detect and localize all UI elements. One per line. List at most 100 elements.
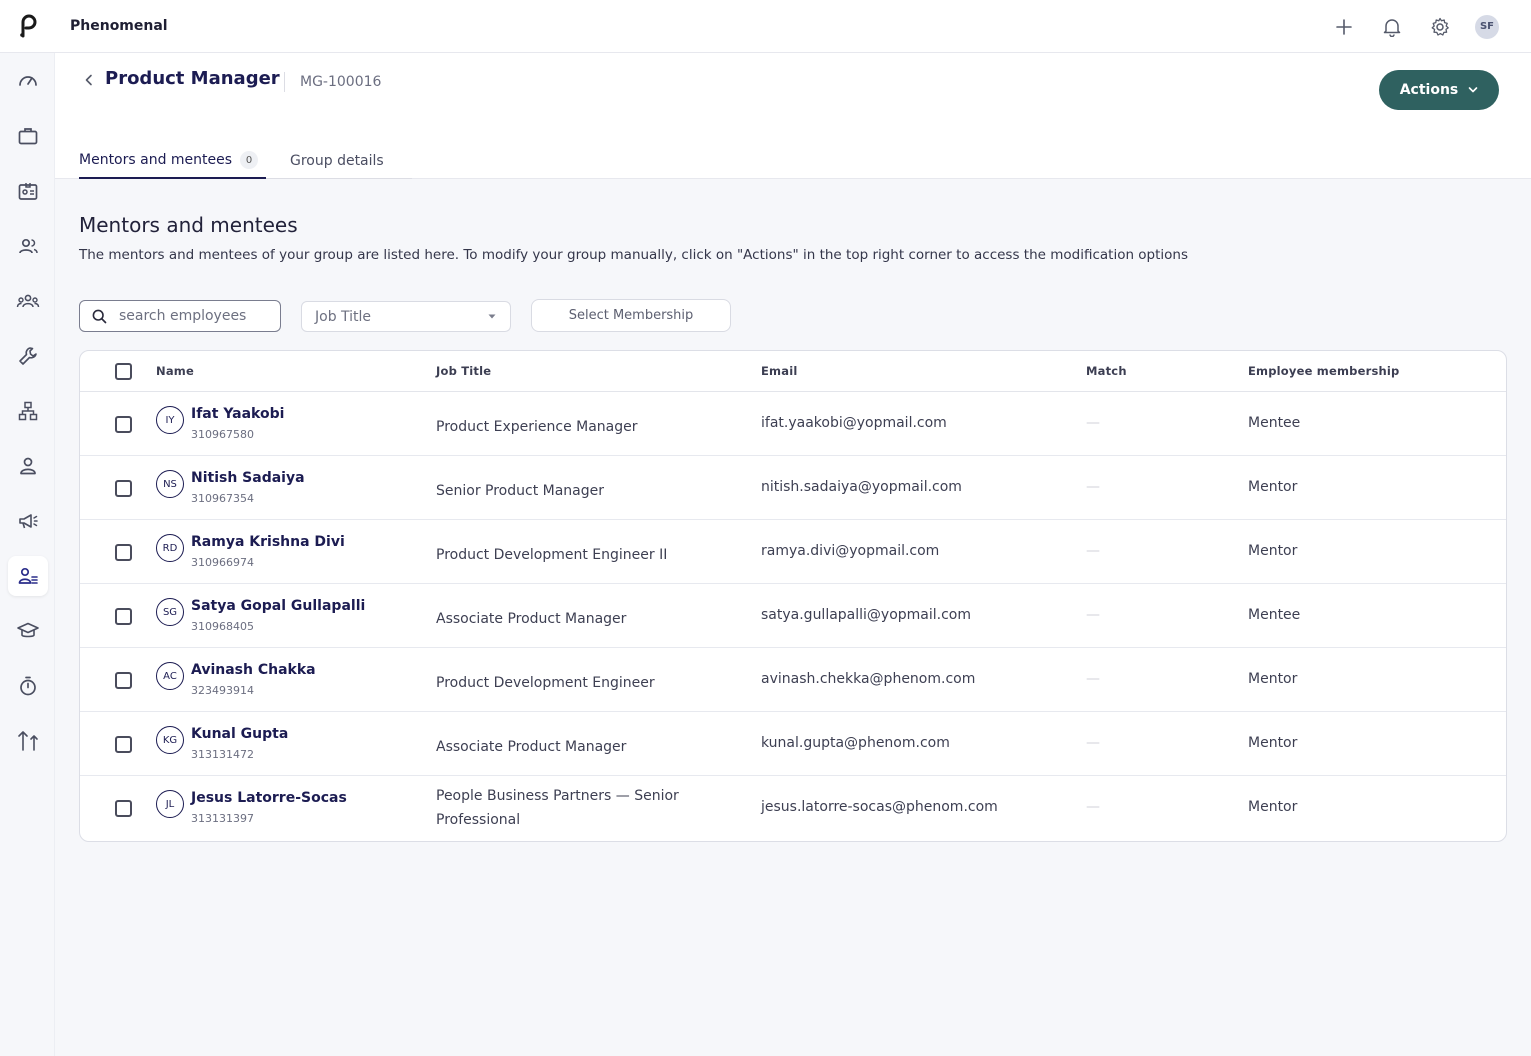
app-name: Phenomenal [70,18,168,34]
employee-id: 310966974 [191,556,254,569]
sidebar-item-learning[interactable] [8,611,48,651]
search-icon [92,309,107,323]
mentorship-icon [18,567,38,584]
employee-name[interactable]: Nitish Sadaiya [191,470,305,486]
column-header-membership[interactable]: Employee membership [1248,364,1400,378]
sidebar-item-timer[interactable] [8,666,48,706]
tab-mentors-and-mentees[interactable]: Mentors and mentees 0 [79,143,266,179]
employee-id: 310967580 [191,428,254,441]
column-header-name[interactable]: Name [156,364,194,378]
employee-name[interactable]: Ifat Yaakobi [191,406,284,422]
page-header: Product Manager MG-100016 Actions Mentor… [55,53,1531,179]
email-cell: avinash.chekka@phenom.com [761,671,976,687]
sidebar-item-transfers[interactable] [8,721,48,761]
email-cell: ramya.divi@yopmail.com [761,543,940,559]
person-icon [20,457,36,475]
gear-icon[interactable] [1427,14,1453,40]
employee-name[interactable]: Ramya Krishna Divi [191,534,345,550]
match-cell: — [1086,479,1100,495]
avatar: RD [156,534,184,562]
phenom-logo-icon[interactable] [0,0,55,53]
match-cell: — [1086,543,1100,559]
column-header-job-title[interactable]: Job Title [436,364,491,378]
sidebar-item-dashboard[interactable] [8,61,48,101]
membership-select[interactable]: Select Membership [531,299,731,332]
match-cell: — [1086,799,1100,815]
job-title-select[interactable]: Job Title [301,301,511,332]
select-all-checkbox[interactable] [115,363,132,380]
email-cell: satya.gullapalli@yopmail.com [761,607,972,623]
sidebar-item-mentorship[interactable] [8,556,48,596]
employee-name[interactable]: Satya Gopal Gullapalli [191,598,365,614]
employee-name[interactable]: Jesus Latorre-Socas [191,790,347,806]
avatar: NS [156,470,184,498]
match-cell: — [1086,415,1100,431]
membership-cell: Mentor [1248,735,1298,751]
row-checkbox[interactable] [115,416,132,433]
table-row: SG Satya Gopal Gullapalli 310968405 Asso… [80,584,1506,648]
sort-arrows-icon [18,731,38,751]
membership-cell: Mentee [1248,415,1301,431]
table-row: AC Avinash Chakka 323493914 Product Deve… [80,648,1506,712]
membership-cell: Mentor [1248,479,1298,495]
row-checkbox[interactable] [115,544,132,561]
tab-count-badge: 0 [240,151,259,169]
dashboard-icon [19,76,37,86]
tab-bar: Mentors and mentees 0 Group details [79,143,412,179]
membership-cell: Mentor [1248,543,1298,559]
back-button[interactable] [79,69,99,91]
sidebar-item-profiles[interactable] [8,171,48,211]
org-chart-icon [18,401,38,421]
people-icon [19,238,38,254]
timer-icon [20,676,36,696]
column-header-match[interactable]: Match [1086,364,1127,378]
employee-name[interactable]: Avinash Chakka [191,662,316,678]
column-header-email[interactable]: Email [761,364,797,378]
table-header: Name Job Title Email Match Employee memb… [80,351,1506,392]
row-checkbox[interactable] [115,736,132,753]
employee-id: 313131397 [191,812,254,825]
row-checkbox[interactable] [115,800,132,817]
job-title-cell: Product Development Engineer [436,675,655,691]
sidebar-item-person[interactable] [8,446,48,486]
group-id: MG-100016 [300,74,382,90]
table-row: RD Ramya Krishna Divi 310966974 Product … [80,520,1506,584]
sidebar-item-people[interactable] [8,226,48,266]
row-checkbox[interactable] [115,672,132,689]
bell-icon[interactable] [1379,14,1405,40]
sidebar-item-teams[interactable] [8,281,48,321]
sidebar-item-jobs[interactable] [8,116,48,156]
avatar: IY [156,406,184,434]
search-field[interactable] [79,300,281,332]
employee-name[interactable]: Kunal Gupta [191,726,288,742]
plus-icon[interactable] [1331,14,1357,40]
employee-id: 310968405 [191,620,254,633]
email-cell: ifat.yaakobi@yopmail.com [761,415,947,431]
sidebar-item-org-chart[interactable] [8,391,48,431]
avatar: SG [156,598,184,626]
row-checkbox[interactable] [115,608,132,625]
membership-cell: Mentor [1248,799,1298,815]
chevron-left-icon [85,74,92,86]
match-cell: — [1086,671,1100,687]
match-cell: — [1086,735,1100,751]
section-description: The mentors and mentees of your group ar… [79,247,1189,263]
job-title-cell: Product Development Engineer II [436,547,668,563]
row-checkbox[interactable] [115,480,132,497]
user-avatar[interactable]: SF [1475,14,1499,39]
page-title: Product Manager [105,68,280,89]
table-row: NS Nitish Sadaiya 310967354 Senior Produ… [80,456,1506,520]
section-title: Mentors and mentees [79,213,298,237]
sidebar-item-tools[interactable] [8,336,48,376]
sidebar-item-campaigns[interactable] [8,501,48,541]
sidebar [0,53,55,1056]
employee-id: 313131472 [191,748,254,761]
actions-button[interactable]: Actions [1379,70,1499,110]
employee-id: 323493914 [191,684,254,697]
tab-group-details[interactable]: Group details [266,143,412,179]
search-input[interactable] [119,308,269,324]
members-table: Name Job Title Email Match Employee memb… [79,350,1507,842]
avatar: KG [156,726,184,754]
email-cell: nitish.sadaiya@yopmail.com [761,479,962,495]
megaphone-icon [19,514,38,529]
